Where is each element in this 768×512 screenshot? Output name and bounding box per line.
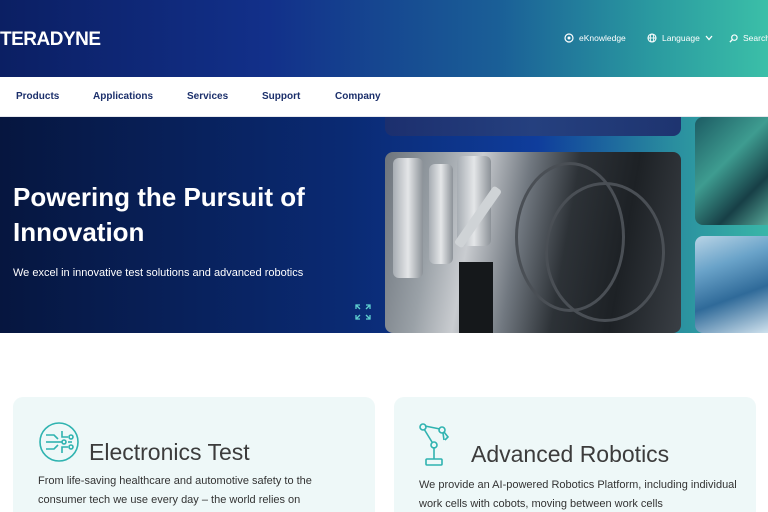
photo-tank: [429, 164, 453, 264]
electronics-test-description: From life-saving healthcare and automoti…: [38, 475, 312, 506]
eknowledge-link[interactable]: eKnowledge: [564, 33, 626, 43]
eknowledge-label: eKnowledge: [579, 33, 626, 43]
top-header: TERADYNE eKnowledge Language Search: [0, 0, 768, 77]
photo-robot-base: [459, 262, 493, 333]
hero-image-satellite: [695, 236, 768, 333]
nav-item-company[interactable]: Company: [335, 91, 381, 102]
nav-item-support[interactable]: Support: [262, 91, 300, 102]
photo-tank: [393, 158, 423, 278]
photo-cable: [545, 182, 665, 322]
language-label: Language: [662, 33, 700, 43]
hero-image-tile-top: [385, 117, 681, 136]
electronics-test-title: Electronics Test: [89, 439, 250, 465]
search-label: Search: [743, 33, 768, 43]
circuit-chip-icon: [39, 422, 79, 462]
globe-gear-icon: [564, 33, 574, 43]
advanced-robotics-description: We provide an AI-powered Robotics Platfo…: [419, 479, 737, 510]
nav-item-services[interactable]: Services: [187, 91, 228, 102]
nav-item-products[interactable]: Products: [16, 91, 59, 102]
search-icon: [729, 33, 738, 43]
robot-arm-icon: [419, 423, 450, 466]
electronics-test-card[interactable]: Electronics Test From life-saving health…: [13, 397, 375, 512]
advanced-robotics-card[interactable]: Advanced Robotics We provide an AI-power…: [394, 397, 756, 512]
globe-icon: [647, 33, 657, 43]
hero-subtitle: We excel in innovative test solutions an…: [13, 267, 304, 279]
chevron-down-icon: [705, 35, 713, 41]
main-nav: Products Applications Services Support C…: [0, 77, 768, 117]
hero-title: Powering the Pursuit of Innovation: [13, 182, 305, 247]
hero-banner: Powering the Pursuit of Innovation We ex…: [0, 117, 768, 333]
hero-image-circuit: [695, 117, 768, 225]
hero-image-factory: [385, 152, 681, 333]
teradyne-logo[interactable]: TERADYNE: [0, 29, 101, 51]
expand-arrows-icon[interactable]: [355, 304, 371, 320]
language-selector[interactable]: Language: [647, 33, 713, 43]
advanced-robotics-title: Advanced Robotics: [471, 441, 670, 467]
search-link[interactable]: Search: [729, 33, 768, 43]
nav-item-applications[interactable]: Applications: [93, 91, 153, 102]
